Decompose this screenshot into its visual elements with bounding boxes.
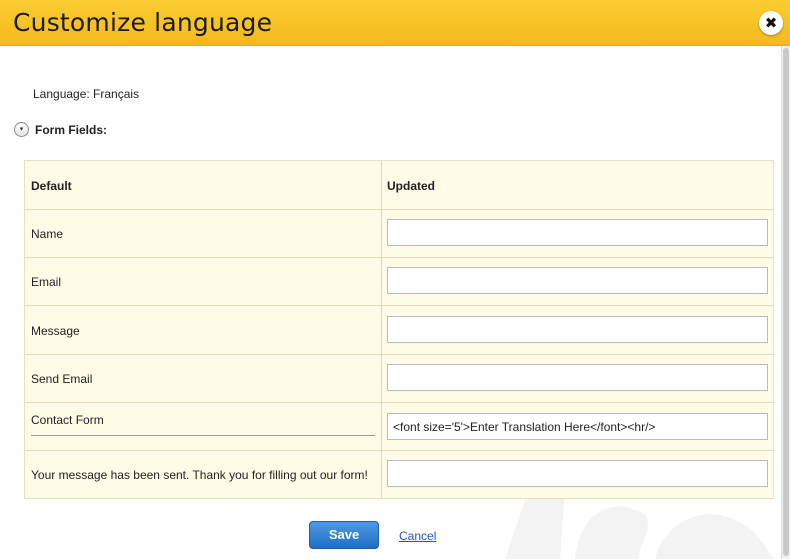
translation-table: Default Updated Name Email Message Send … bbox=[24, 160, 774, 499]
default-text: Email bbox=[31, 275, 62, 289]
scrollbar-thumb[interactable] bbox=[783, 48, 789, 556]
table-row: Name bbox=[25, 210, 773, 258]
default-text-underline bbox=[31, 435, 375, 436]
save-button[interactable]: Save bbox=[309, 521, 379, 549]
table-header-row: Default Updated bbox=[25, 161, 773, 210]
form-fields-section-toggle[interactable]: ▾ Form Fields: bbox=[14, 122, 107, 137]
translation-input-name[interactable] bbox=[387, 219, 768, 246]
language-label: Language: Français bbox=[33, 87, 140, 101]
default-text: Name bbox=[31, 227, 64, 241]
table-row: Contact Form bbox=[25, 403, 773, 451]
translation-input-confirmation[interactable] bbox=[387, 460, 768, 487]
dialog-title-bar: Customize language ✖ bbox=[0, 0, 790, 46]
close-icon[interactable]: ✖ bbox=[759, 11, 783, 35]
table-row: Email bbox=[25, 258, 773, 306]
default-text: Send Email bbox=[31, 372, 93, 386]
section-title: Form Fields: bbox=[35, 122, 108, 137]
table-row: Send Email bbox=[25, 355, 773, 403]
header-updated: Updated bbox=[387, 179, 435, 193]
vertical-scrollbar[interactable] bbox=[781, 46, 790, 559]
cancel-link[interactable]: Cancel bbox=[399, 529, 436, 543]
translation-input-contact-form[interactable] bbox=[387, 413, 768, 440]
translation-input-message[interactable] bbox=[387, 316, 768, 343]
default-text: Contact Form bbox=[31, 413, 104, 427]
table-row: Your message has been sent. Thank you fo… bbox=[25, 451, 773, 498]
dialog-title: Customize language bbox=[13, 8, 273, 37]
translation-input-send-email[interactable] bbox=[387, 364, 768, 391]
table-row: Message bbox=[25, 306, 773, 355]
translation-input-email[interactable] bbox=[387, 267, 768, 294]
collapse-arrow-icon[interactable]: ▾ bbox=[14, 122, 29, 137]
header-default: Default bbox=[31, 179, 72, 193]
default-text: Your message has been sent. Thank you fo… bbox=[31, 468, 368, 482]
default-text: Message bbox=[31, 324, 80, 338]
